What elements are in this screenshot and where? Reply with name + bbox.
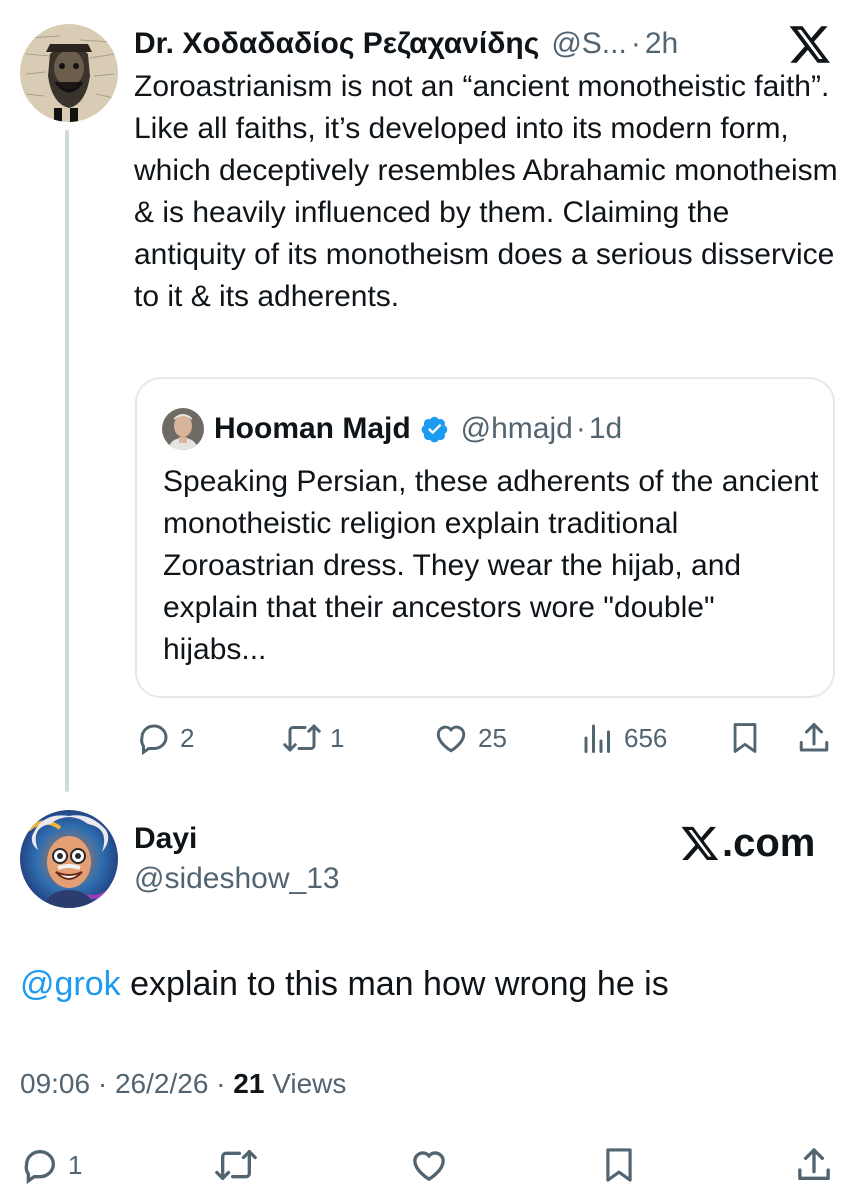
reply-icon xyxy=(24,1150,55,1185)
repost-count: 1 xyxy=(330,722,345,753)
quoted-tweet-text: Speaking Persian, these adherents of the… xyxy=(163,465,819,666)
reply-author-avatar[interactable] xyxy=(20,810,118,908)
share-button-2[interactable] xyxy=(794,1145,834,1185)
share-button[interactable] xyxy=(796,720,832,756)
reply-text-content: explain to this man how wrong he is xyxy=(120,965,669,1003)
meta-separator: · xyxy=(216,1068,226,1099)
author-name[interactable]: Dr. Χοδαδαδίος Ρεζαχανίδης xyxy=(134,27,539,61)
views-icon xyxy=(584,724,610,753)
x-logo-icon xyxy=(681,826,719,860)
reply-meta: 09:06 · 26/2/26 · 21 Views xyxy=(20,1068,346,1100)
views-button[interactable]: 656 xyxy=(580,720,667,756)
tweet-time[interactable]: 2h xyxy=(645,27,678,61)
like-button[interactable]: 25 xyxy=(432,720,507,756)
heart-icon xyxy=(413,1151,445,1182)
author-handle[interactable]: @S... xyxy=(551,27,626,61)
reply-author-name[interactable]: Dayi xyxy=(134,822,197,856)
reply-text: @grok explain to this man how wrong he i… xyxy=(20,965,669,1004)
thread-connector-line xyxy=(65,130,69,792)
repost-button-2[interactable] xyxy=(214,1145,258,1185)
views-label: Views xyxy=(272,1068,347,1099)
author-avatar[interactable] xyxy=(20,24,118,122)
repost-icon xyxy=(283,724,321,752)
watermark-text: .com xyxy=(722,820,816,865)
reply-icon xyxy=(140,724,168,756)
quoted-tweet-time[interactable]: 1d xyxy=(589,412,622,446)
quoted-author-avatar[interactable] xyxy=(162,408,204,450)
tweet-text: Zoroastrianism is not an “ancient monoth… xyxy=(134,70,838,313)
reply-button[interactable]: 2 xyxy=(136,720,194,756)
reply-date[interactable]: 26/2/26 xyxy=(115,1068,208,1099)
quoted-author-handle[interactable]: @hmajd xyxy=(461,412,573,446)
verified-badge-icon xyxy=(421,416,447,443)
heart-icon xyxy=(436,725,466,753)
xcom-watermark: .com xyxy=(680,818,815,868)
tweet-header: Dr. Χοδαδαδίος Ρεζαχανίδης @S... · 2h xyxy=(134,24,678,64)
x-logo-icon xyxy=(788,22,832,66)
views-count: 656 xyxy=(624,722,668,753)
reply-count: 2 xyxy=(180,722,195,753)
share-icon xyxy=(799,723,829,752)
bookmark-icon xyxy=(606,1148,632,1182)
mention-link[interactable]: @grok xyxy=(20,965,121,1003)
reply-author-handle[interactable]: @sideshow_13 xyxy=(134,862,340,896)
bookmark-button-2[interactable] xyxy=(600,1145,638,1185)
reply-button-2[interactable]: 1 xyxy=(20,1145,82,1185)
like-count: 25 xyxy=(478,722,507,753)
share-icon xyxy=(798,1148,830,1180)
quoted-tweet-header: Hooman Majd @hmajd · 1d xyxy=(204,407,622,451)
repost-button[interactable]: 1 xyxy=(282,720,344,756)
meta-separator: · xyxy=(97,1068,108,1099)
like-button-2[interactable] xyxy=(408,1145,450,1185)
bookmark-icon xyxy=(733,723,757,753)
bookmark-button[interactable] xyxy=(728,720,762,756)
reply-time[interactable]: 09:06 xyxy=(20,1068,90,1099)
quoted-author-name[interactable]: Hooman Majd xyxy=(214,412,411,446)
quoted-header-separator: · xyxy=(575,412,586,445)
views-count-bold: 21 xyxy=(233,1068,265,1099)
header-separator: · xyxy=(630,27,641,60)
repost-icon xyxy=(215,1150,257,1180)
reply-count-2: 1 xyxy=(68,1149,83,1180)
